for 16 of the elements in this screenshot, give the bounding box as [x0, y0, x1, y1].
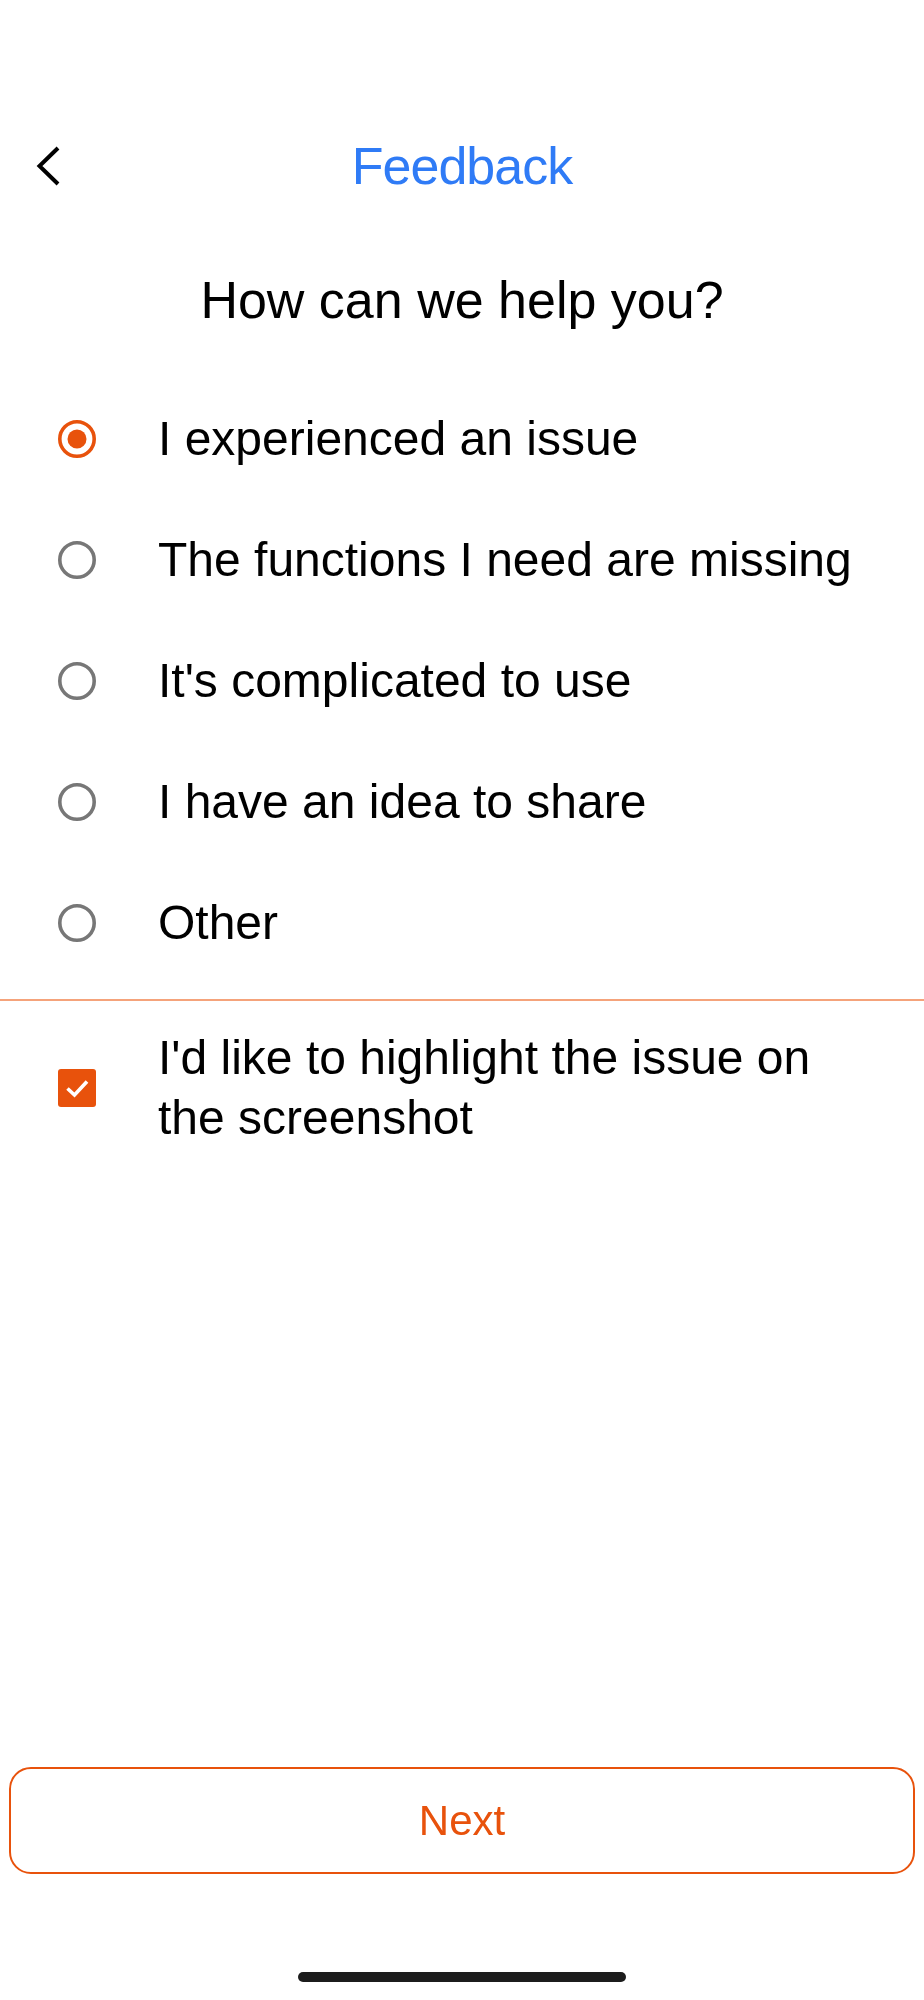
- radio-button[interactable]: [58, 903, 96, 942]
- back-icon[interactable]: [36, 146, 60, 186]
- radio-button[interactable]: [58, 661, 96, 700]
- page-title: Feedback: [351, 136, 573, 196]
- option-label[interactable]: It's complicated to use: [158, 650, 632, 711]
- option-label[interactable]: I experienced an issue: [158, 408, 639, 469]
- checkbox-label[interactable]: I'd like to highlight the issue on the screenshot: [158, 1028, 874, 1148]
- option-label[interactable]: I have an idea to share: [158, 771, 647, 832]
- option-label[interactable]: The functions I need are missing: [158, 529, 852, 590]
- next-button[interactable]: Next: [9, 1767, 915, 1874]
- radio-button[interactable]: [58, 540, 96, 579]
- checkbox[interactable]: [58, 1069, 96, 1107]
- radio-button[interactable]: [58, 419, 96, 458]
- question-heading: How can we help you?: [200, 270, 724, 330]
- option-label[interactable]: Other: [158, 892, 279, 953]
- radio-button[interactable]: [58, 782, 96, 821]
